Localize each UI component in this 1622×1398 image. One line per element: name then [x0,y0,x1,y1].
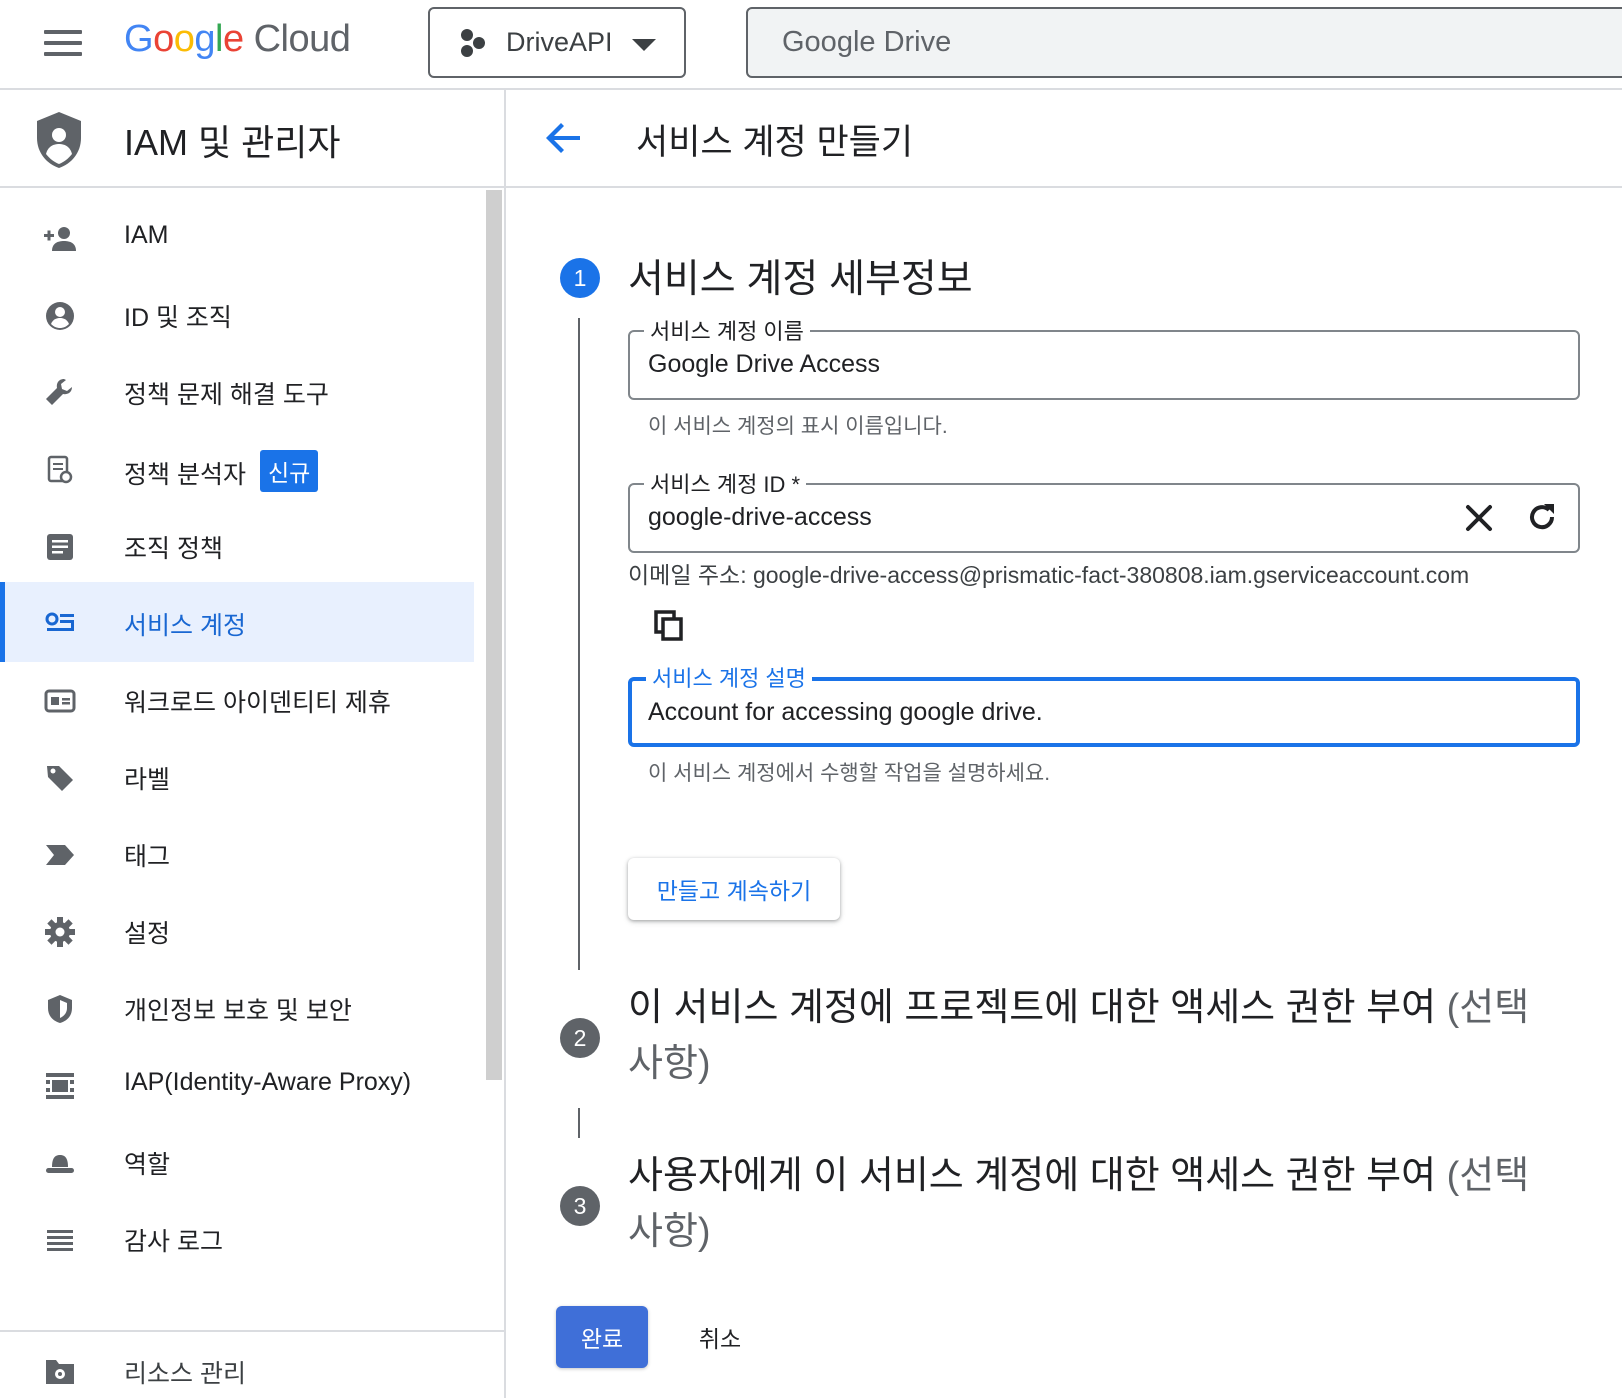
step-3-title[interactable]: 사용자에게 이 서비스 계정에 대한 액세스 권한 부여 (선택사항) [628,1148,1558,1260]
tag-arrow-icon [46,845,74,865]
sidebar-item-tags[interactable]: 태그 [0,813,474,893]
service-account-icon [45,612,74,631]
proxy-icon [46,1073,74,1099]
new-badge: 신규 [259,450,319,492]
top-bar: Google Cloud DriveAPI [0,0,1622,90]
step-2-title-text: 이 서비스 계정에 프로젝트에 대한 액세스 권한 부여 [628,987,1447,1029]
service-account-name-input[interactable] [648,332,1428,396]
side-nav-scrollbar[interactable] [486,190,502,1080]
sidebar-item-service-accounts[interactable]: 서비스 계정 [0,582,474,662]
main-menu-icon[interactable] [44,30,82,58]
service-account-name-helper: 이 서비스 계정의 표시 이름입니다. [648,415,948,438]
search-input[interactable] [782,9,1482,76]
clear-close-icon[interactable] [1464,503,1494,533]
search-bar[interactable] [746,7,1622,78]
id-card-icon [44,689,76,713]
done-button[interactable]: 완료 [556,1306,648,1368]
step-connector-line [578,318,580,970]
list-lines-icon [47,1230,73,1251]
side-nav-divider [0,1330,504,1332]
service-account-id-input[interactable] [648,485,1428,549]
roles-hat-icon [46,1155,74,1173]
refresh-icon[interactable] [1526,501,1558,533]
sidebar-item-identity-org[interactable]: ID 및 조직 [0,274,474,354]
article-icon [47,534,73,560]
sidebar-item-policy-troubleshooter[interactable]: 정책 문제 해결 도구 [0,351,474,431]
sidebar-item-workload-identity[interactable]: 워크로드 아이덴티티 제휴 [0,659,474,739]
label-tag-icon [47,766,73,791]
step-connector-line [578,1108,580,1138]
project-name: DriveAPI [506,27,613,57]
person-add-icon [44,227,76,251]
service-account-description-input[interactable] [648,681,1428,743]
cancel-button[interactable]: 취소 [676,1306,764,1368]
gear-icon [45,917,75,947]
step-3-indicator: 3 [560,1186,600,1226]
side-nav-header: IAM 및 관리자 [0,90,504,188]
page-header: 서비스 계정 만들기 [506,90,1622,188]
page-title: 서비스 계정 만들기 [636,123,914,162]
wrench-icon [46,379,72,405]
service-account-email: 이메일 주소: google-drive-access@prismatic-fa… [628,562,1470,588]
project-hexagon-icon [461,28,485,57]
create-and-continue-button[interactable]: 만들고 계속하기 [628,858,840,920]
sidebar-item-settings[interactable]: 설정 [0,890,474,970]
project-picker[interactable]: DriveAPI [428,7,686,78]
chevron-down-icon [632,39,656,51]
service-account-id-field[interactable]: 서비스 계정 ID * [628,467,1580,553]
step-2-title[interactable]: 이 서비스 계정에 프로젝트에 대한 액세스 권한 부여 (선택사항) [628,980,1558,1092]
copy-icon[interactable] [654,610,684,642]
sidebar-item-privacy-security[interactable]: 개인정보 보호 및 보안 [0,967,474,1047]
folder-settings-icon [46,1360,74,1384]
sidebar-item-iam[interactable]: IAM [0,197,474,277]
step-2-indicator: 2 [560,1018,600,1058]
sidebar-item-label: 정책 분석자 [124,461,246,489]
sidebar-item-iap[interactable]: IAP(Identity-Aware Proxy) [0,1044,474,1124]
step-1-indicator: 1 [560,258,600,298]
service-account-description-field[interactable]: 서비스 계정 설명 [628,661,1580,747]
sidebar-item-roles[interactable]: 역할 [0,1121,474,1201]
sidebar-item-labels[interactable]: 라벨 [0,736,474,816]
service-account-name-field[interactable]: 서비스 계정 이름 [628,314,1580,400]
security-shield-icon [48,995,72,1023]
side-nav: IAM 및 관리자 IAM ID 및 조직 정책 문제 해결 도구 정책 분석자… [0,90,506,1398]
step-3-title-text: 사용자에게 이 서비스 계정에 대한 액세스 권한 부여 [628,1155,1447,1197]
google-cloud-logo[interactable]: Google Cloud [124,18,351,61]
sidebar-item-org-policies[interactable]: 조직 정책 [0,505,474,585]
service-account-description-helper: 이 서비스 계정에서 수행할 작업을 설명하세요. [648,762,1051,785]
policy-document-icon [47,455,73,484]
sidebar-item-policy-analyzer[interactable]: 정책 분석자 신규 [0,428,474,508]
account-circle-icon [46,302,74,330]
iam-shield-icon [37,112,81,168]
sidebar-item-resource-manager[interactable]: 리소스 관리 [0,1338,504,1398]
sidebar-item-audit-logs[interactable]: 감사 로그 [0,1198,474,1278]
step-1-title[interactable]: 서비스 계정 세부정보 [628,248,973,304]
side-nav-title: IAM 및 관리자 [124,122,341,163]
back-arrow-icon[interactable] [544,118,584,158]
